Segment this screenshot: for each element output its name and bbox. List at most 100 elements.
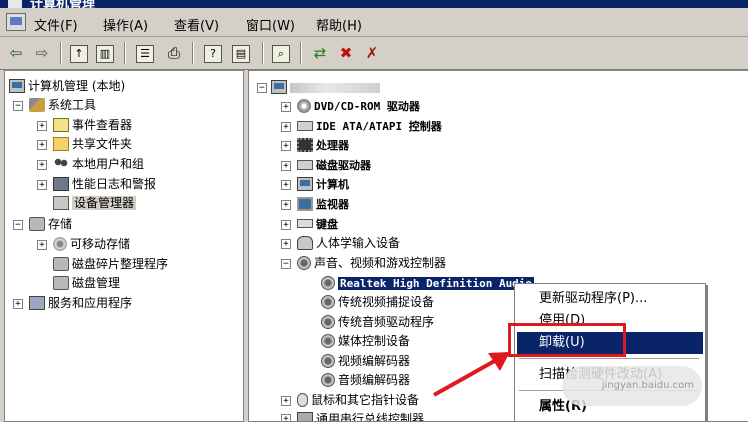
device-video-codec[interactable]: 视频编解码器 bbox=[321, 352, 410, 370]
device-label: 媒体控制设备 bbox=[338, 334, 410, 348]
device-label: 传统视频捕捉设备 bbox=[338, 295, 434, 309]
tree-perf-logs[interactable]: 性能日志和警报 bbox=[53, 175, 156, 193]
tree-label: 磁盘碎片整理程序 bbox=[72, 257, 168, 271]
tree-label: 性能日志和警报 bbox=[72, 177, 156, 191]
device-dvd[interactable]: DVD/CD-ROM 驱动器 bbox=[297, 97, 420, 115]
expand-services[interactable]: + bbox=[13, 299, 23, 309]
expand-event-viewer[interactable]: + bbox=[37, 121, 47, 131]
computer-management-icon bbox=[9, 79, 25, 93]
expand-perf-logs[interactable]: + bbox=[37, 180, 47, 190]
properties-icon[interactable]: ☰ bbox=[136, 45, 154, 63]
device-disk-drives[interactable]: 磁盘驱动器 bbox=[297, 156, 371, 174]
expand-local-users[interactable]: + bbox=[37, 160, 47, 170]
collapse-computer-root[interactable]: − bbox=[257, 83, 267, 93]
expand-hid[interactable]: + bbox=[281, 239, 291, 249]
expand-removable[interactable]: + bbox=[37, 240, 47, 250]
tree-removable-storage[interactable]: 可移动存储 bbox=[53, 235, 130, 253]
device-realtek[interactable]: Realtek High Definition Audio bbox=[321, 274, 534, 292]
sound-device-icon bbox=[321, 354, 335, 368]
device-label: 磁盘驱动器 bbox=[316, 159, 371, 172]
redacted-computer-name bbox=[290, 83, 380, 93]
performance-icon bbox=[53, 177, 69, 191]
tree-storage[interactable]: 存储 bbox=[29, 215, 72, 233]
device-hid[interactable]: 人体学输入设备 bbox=[297, 234, 400, 252]
disk-drive-icon bbox=[297, 160, 313, 170]
defrag-icon bbox=[53, 257, 69, 271]
tree-services[interactable]: 服务和应用程序 bbox=[29, 294, 132, 312]
device-computer[interactable]: 计算机 bbox=[297, 175, 349, 193]
collapse-storage[interactable]: − bbox=[13, 220, 23, 230]
back-icon[interactable]: ⇦ bbox=[6, 43, 26, 63]
print-icon[interactable]: ⎙ bbox=[164, 43, 184, 63]
tree-defrag[interactable]: 磁盘碎片整理程序 bbox=[53, 255, 168, 273]
device-legacy-audio[interactable]: 传统音频驱动程序 bbox=[321, 313, 434, 331]
tree-shared-folders[interactable]: 共享文件夹 bbox=[53, 135, 132, 153]
collapse-system-tools[interactable]: − bbox=[13, 101, 23, 111]
device-audio-codec[interactable]: 音频编解码器 bbox=[321, 371, 410, 389]
disable-icon[interactable]: ✖ bbox=[336, 43, 356, 63]
device-label: 计算机 bbox=[316, 178, 349, 191]
menu-window[interactable]: 窗口(W) bbox=[246, 15, 295, 34]
storage-icon bbox=[29, 217, 45, 231]
sound-icon bbox=[297, 256, 311, 270]
event-viewer-icon bbox=[53, 118, 69, 132]
view-icon[interactable]: ▤ bbox=[232, 45, 250, 63]
up-folder-icon[interactable]: ↑ bbox=[70, 45, 88, 63]
device-media-control[interactable]: 媒体控制设备 bbox=[321, 332, 410, 350]
menu-action[interactable]: 操作(A) bbox=[103, 15, 148, 34]
scan-hardware-icon[interactable]: ⌕ bbox=[272, 45, 290, 63]
device-cpu[interactable]: 处理器 bbox=[297, 136, 349, 154]
device-label: 处理器 bbox=[316, 139, 349, 152]
tree-system-tools[interactable]: 系统工具 bbox=[29, 96, 96, 114]
forward-icon[interactable]: ⇨ bbox=[32, 43, 52, 63]
device-label: IDE ATA/ATAPI 控制器 bbox=[316, 120, 442, 133]
expand-shared-folders[interactable]: + bbox=[37, 140, 47, 150]
menu-file[interactable]: 文件(F) bbox=[34, 15, 78, 34]
tree-local-users[interactable]: 本地用户和组 bbox=[53, 155, 144, 173]
menu-view[interactable]: 查看(V) bbox=[174, 15, 219, 34]
users-icon bbox=[53, 157, 69, 171]
tree-event-viewer[interactable]: 事件查看器 bbox=[53, 116, 132, 134]
device-keyboard[interactable]: 键盘 bbox=[297, 215, 338, 233]
update-driver-icon[interactable]: ⇄ bbox=[310, 43, 330, 63]
uninstall-icon[interactable]: ✗ bbox=[362, 43, 382, 63]
menu-update-driver[interactable]: 更新驱动程序(P)... bbox=[517, 288, 703, 310]
tree-device-manager[interactable]: 设备管理器 bbox=[53, 194, 136, 212]
dvd-icon bbox=[297, 99, 311, 113]
computer-icon bbox=[297, 177, 313, 191]
sound-device-icon bbox=[321, 276, 335, 290]
expand-mouse[interactable]: + bbox=[281, 396, 291, 406]
device-mouse[interactable]: 鼠标和其它指针设备 bbox=[297, 391, 419, 409]
device-legacy-video[interactable]: 传统视频捕捉设备 bbox=[321, 293, 434, 311]
expand-usb[interactable]: + bbox=[281, 414, 291, 422]
device-label: 传统音频驱动程序 bbox=[338, 315, 434, 329]
expand-disk-drives[interactable]: + bbox=[281, 161, 291, 171]
toolbar-separator bbox=[124, 42, 126, 64]
tree-disk-management[interactable]: 磁盘管理 bbox=[53, 274, 120, 292]
console-tree-pane: 计算机管理 (本地) − 系统工具 + 事件查看器 + 共享文件夹 + 本地用户… bbox=[4, 70, 244, 422]
expand-computer[interactable]: + bbox=[281, 180, 291, 190]
device-label: 监视器 bbox=[316, 198, 349, 211]
menu-bar: 文件(F) 操作(A) 查看(V) 窗口(W) 帮助(H) bbox=[0, 8, 748, 37]
device-usb[interactable]: 通用串行总线控制器 bbox=[297, 410, 424, 422]
device-monitor[interactable]: 监视器 bbox=[297, 195, 349, 213]
window-menu-icon[interactable] bbox=[6, 13, 26, 31]
help-icon[interactable]: ? bbox=[204, 45, 222, 63]
expand-keyboard[interactable]: + bbox=[281, 220, 291, 230]
tree-root[interactable]: 计算机管理 (本地) bbox=[9, 77, 125, 95]
device-sound[interactable]: 声音、视频和游戏控制器 bbox=[297, 254, 446, 272]
menu-help[interactable]: 帮助(H) bbox=[316, 15, 362, 34]
expand-dvd[interactable]: + bbox=[281, 102, 291, 112]
tree-label: 设备管理器 bbox=[72, 196, 136, 210]
pointer-arrow-icon bbox=[430, 345, 520, 400]
show-hide-tree-icon[interactable]: ▥ bbox=[96, 45, 114, 63]
keyboard-icon bbox=[297, 219, 313, 228]
device-ide[interactable]: IDE ATA/ATAPI 控制器 bbox=[297, 117, 442, 135]
device-root[interactable] bbox=[271, 78, 380, 96]
expand-cpu[interactable]: + bbox=[281, 141, 291, 151]
collapse-sound[interactable]: − bbox=[281, 259, 291, 269]
device-label: 通用串行总线控制器 bbox=[316, 412, 424, 422]
expand-ide[interactable]: + bbox=[281, 122, 291, 132]
sound-device-icon bbox=[321, 373, 335, 387]
expand-monitor[interactable]: + bbox=[281, 200, 291, 210]
